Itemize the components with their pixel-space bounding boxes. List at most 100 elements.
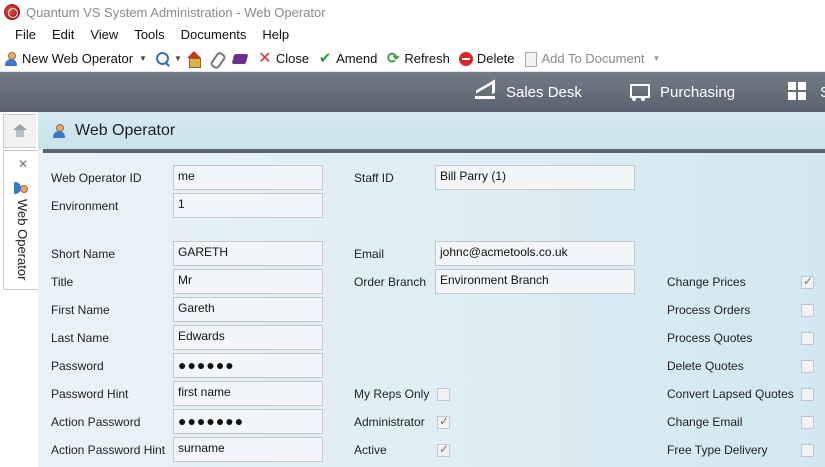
change-email-label: Change Email (667, 415, 743, 429)
first-name-field[interactable]: Gareth (173, 297, 323, 322)
short-name-field[interactable]: GARETH (173, 241, 323, 266)
web-operator-id-field[interactable]: me (173, 165, 323, 190)
free-type-delivery-label: Free Type Delivery (667, 443, 768, 457)
amend-button[interactable]: ✔ Amend (317, 49, 378, 67)
tab-home[interactable] (3, 114, 36, 148)
module-third-label: S (820, 84, 825, 101)
email-label: Email (354, 247, 385, 261)
document-icon (522, 51, 538, 67)
person-icon (3, 51, 19, 67)
home-button[interactable] (186, 50, 205, 68)
module-purchasing-label: Purchasing (660, 83, 736, 101)
my-reps-only-checkbox[interactable] (437, 388, 450, 401)
web-operator-panel: Web Operator Web Operator ID me Environm… (38, 112, 825, 467)
panel-title: Web Operator (75, 121, 176, 139)
app-logo-icon (4, 4, 20, 20)
delete-button[interactable]: Delete (458, 51, 514, 67)
convert-lapsed-quotes-checkbox[interactable] (801, 388, 814, 401)
module-sales-desk[interactable]: Sales Desk (474, 72, 582, 112)
search-dropdown-arrow-icon[interactable]: ▼ (174, 54, 182, 63)
convert-lapsed-quotes-label: Convert Lapsed Quotes (667, 387, 794, 401)
delete-quotes-checkbox[interactable] (801, 360, 814, 373)
order-branch-label: Order Branch (354, 275, 427, 289)
refresh-button[interactable]: ⟳ Refresh (385, 49, 450, 67)
environment-field[interactable]: 1 (173, 193, 323, 218)
staff-id-field[interactable]: Bill Parry (1) (435, 165, 635, 190)
free-type-delivery-checkbox[interactable] (801, 444, 814, 457)
password-field[interactable]: ●●●●●● (173, 353, 323, 378)
web-operator-id-label: Web Operator ID (51, 171, 142, 185)
process-quotes-label: Process Quotes (667, 331, 753, 345)
module-sales-desk-label: Sales Desk (506, 83, 582, 101)
my-reps-only-label: My Reps Only (354, 387, 430, 401)
menu-documents[interactable]: Documents (173, 24, 255, 46)
active-checkbox[interactable] (437, 442, 450, 457)
refresh-label: Refresh (404, 51, 450, 66)
grid-icon (788, 82, 810, 102)
panel-header: Web Operator (38, 112, 825, 149)
title-field[interactable]: Mr (173, 269, 323, 294)
home-icon (13, 124, 27, 138)
menu-tools[interactable]: Tools (126, 24, 172, 46)
environment-label: Environment (51, 199, 119, 213)
short-name-label: Short Name (51, 247, 116, 261)
process-quotes-checkbox[interactable] (801, 332, 814, 345)
person-icon (51, 123, 67, 139)
menu-edit[interactable]: Edit (44, 24, 82, 46)
staff-id-label: Staff ID (354, 171, 394, 185)
module-purchasing[interactable]: Purchasing (628, 72, 735, 112)
menu-help[interactable]: Help (254, 24, 297, 46)
menu-view[interactable]: View (82, 24, 126, 46)
search-icon (155, 51, 171, 67)
action-password-field[interactable]: ●●●●●●● (173, 409, 323, 434)
administrator-label: Administrator (354, 415, 425, 429)
new-web-operator-button[interactable]: New Web Operator (3, 51, 133, 67)
left-tab-strip: ✕ Web Operator (0, 112, 38, 467)
new-web-operator-label: New Web Operator (22, 51, 134, 66)
process-orders-label: Process Orders (667, 303, 751, 317)
change-email-checkbox[interactable] (801, 416, 814, 429)
administrator-checkbox[interactable] (437, 414, 450, 429)
first-name-label: First Name (51, 303, 110, 317)
refresh-icon: ⟳ (387, 49, 400, 67)
change-prices-checkbox[interactable] (801, 274, 814, 289)
close-button[interactable]: ✕ Close (257, 50, 310, 67)
order-branch-field[interactable]: Environment Branch (435, 269, 635, 294)
new-dropdown-arrow-icon[interactable]: ▼ (139, 54, 147, 63)
menu-file[interactable]: File (0, 24, 44, 46)
book-icon (232, 51, 248, 67)
checkmark-icon: ✔ (318, 49, 332, 67)
action-password-label: Action Password (51, 415, 141, 429)
search-button[interactable]: ▼ (155, 51, 184, 67)
notes-button[interactable] (232, 51, 251, 67)
add-to-document-button[interactable]: Add To Document ▼ (522, 51, 668, 67)
title-bar: Quantum VS System Administration - Web O… (0, 0, 825, 24)
person-icon (13, 180, 29, 196)
action-password-hint-field[interactable]: surname (173, 437, 323, 462)
process-orders-checkbox[interactable] (801, 304, 814, 317)
tab-web-operator[interactable]: ✕ Web Operator (3, 150, 38, 290)
password-hint-field[interactable]: first name (173, 381, 323, 406)
last-name-label: Last Name (51, 331, 110, 345)
cart-icon (628, 82, 650, 102)
email-field[interactable]: johnc@acmetools.co.uk (435, 241, 635, 266)
attach-button[interactable] (209, 51, 228, 67)
close-label: Close (275, 51, 310, 66)
add-to-document-label: Add To Document (541, 51, 645, 66)
paperclip-icon (209, 51, 225, 67)
title-label: Title (51, 275, 74, 289)
delete-icon (458, 51, 474, 67)
action-password-hint-label: Action Password Hint (51, 443, 166, 457)
add-to-document-dropdown-arrow-icon[interactable]: ▼ (653, 54, 661, 63)
module-third[interactable]: S (788, 72, 825, 112)
menu-bar: File Edit View Tools Documents Help (0, 24, 825, 46)
last-name-field[interactable]: Edwards (173, 325, 323, 350)
home-icon (186, 50, 202, 68)
chart-icon (474, 82, 496, 102)
password-label: Password (51, 359, 104, 373)
close-tab-icon[interactable]: ✕ (18, 157, 28, 171)
delete-quotes-label: Delete Quotes (667, 359, 744, 373)
amend-label: Amend (336, 51, 378, 66)
panel-divider (43, 149, 825, 153)
toolbar: New Web Operator ▼ ▼ ✕ Close ✔ Amend ⟳ R… (0, 46, 825, 72)
